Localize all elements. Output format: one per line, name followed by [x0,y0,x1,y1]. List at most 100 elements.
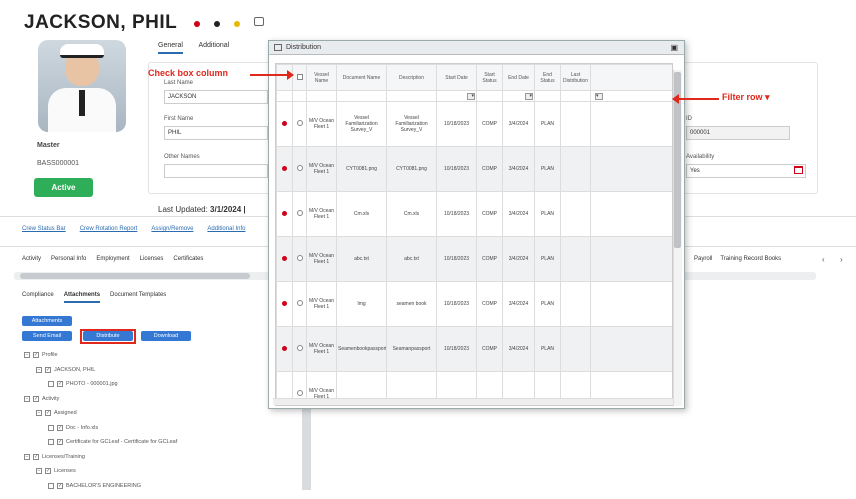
col-description[interactable]: Description [386,64,437,91]
row-checkbox[interactable] [296,165,303,171]
filter-cell[interactable] [386,90,437,102]
link-crew-status[interactable]: Crew Status Bar [22,226,66,232]
expand-icon[interactable]: − [36,468,42,475]
file-icon[interactable] [48,482,54,489]
row-checkbox[interactable] [296,390,303,396]
comment-icon[interactable] [254,17,264,26]
filter-cell[interactable] [476,90,503,102]
red-dot-icon[interactable] [194,21,200,27]
distribute-button[interactable]: Distribute [83,331,133,341]
expand-icon[interactable]: − [24,395,30,402]
tree-item[interactable]: − ✓ Assigned [24,406,294,421]
tab-document-templates[interactable]: Document Templates [110,292,166,303]
file-icon[interactable] [48,381,54,388]
scrollbar-thumb[interactable] [20,273,250,279]
tab-additional[interactable]: Additional [198,42,229,49]
tab-licenses[interactable]: Licenses [140,256,164,262]
tree-checkbox[interactable]: ✓ [57,381,63,388]
tree-item[interactable]: ✓ Doc - Info.xls [24,421,294,436]
tab-compliance[interactable]: Compliance [22,292,54,303]
row-checkbox[interactable] [296,210,303,216]
filter-cell[interactable]: ▾ [502,90,535,102]
expand-icon[interactable]: − [36,366,42,373]
col-document-name[interactable]: Document Name [336,64,387,91]
first-name-field[interactable]: PHIL [164,126,268,140]
filter-cell[interactable]: ▾ [436,90,477,102]
right-field-2[interactable]: Yes [686,164,806,178]
filter-button-icon[interactable]: ▾ [467,92,475,100]
black-dot-icon[interactable] [214,21,220,27]
chevron-right-icon[interactable]: › [840,255,843,264]
tree-checkbox[interactable]: ✓ [57,439,63,446]
calendar-icon[interactable] [794,166,803,174]
checkbox-cell[interactable] [292,281,307,327]
tree-checkbox[interactable]: ✓ [33,352,39,359]
tree-item[interactable]: ✓ Certificate for GCLeaf - Certificate fo… [24,435,294,450]
tree-item[interactable]: ✓ PHOTO - 000001.jpg [24,377,294,392]
checkbox-cell[interactable] [292,101,307,147]
tab-attachments[interactable]: Attachments [63,292,101,303]
filter-cell[interactable]: ▾ [590,90,672,102]
attachments-button[interactable]: Attachments [22,316,72,326]
tree-checkbox[interactable]: ✓ [45,468,51,475]
table-row[interactable]: M/V Ocean Fleet 1 Vessel Familiarization … [276,101,672,147]
tree-scrollbar[interactable] [302,400,311,490]
checkbox-cell[interactable] [292,191,307,237]
table-row[interactable]: M/V Ocean Fleet 1 CYT0081.png CYT0081.png 1… [276,146,672,192]
status-badge[interactable]: Active [34,178,93,197]
checkbox-cell[interactable] [292,326,307,372]
tree-item[interactable]: ✓ BACHELOR'S ENGINEERING [24,479,294,494]
select-all-checkbox[interactable] [296,73,303,80]
table-row[interactable]: M/V Ocean Fleet 1 abc.txt abc.txt 10/18/202… [276,236,672,282]
col-end-status[interactable]: End Status [534,64,561,91]
tree-item[interactable]: − ✓ JACKSON, PHIL [24,363,294,378]
filter-cell[interactable] [560,90,591,102]
tab-certificates[interactable]: Certificates [173,256,203,262]
yellow-dot-icon[interactable] [234,21,240,27]
tree-item[interactable]: − ✓ Profile [24,348,294,363]
file-icon[interactable] [48,439,54,446]
col-start-date[interactable]: Start Date [436,64,477,91]
chevron-left-icon[interactable]: ‹ [822,255,825,264]
send-email-button[interactable]: Send Email [22,331,72,341]
expand-icon[interactable]: − [24,352,30,359]
checkbox-cell[interactable] [292,146,307,192]
dialog-horizontal-scrollbar[interactable] [273,398,673,405]
tree-checkbox[interactable]: ✓ [57,424,63,431]
tree-checkbox[interactable]: ✓ [33,395,39,402]
file-icon[interactable] [48,424,54,431]
col-last-distribution[interactable]: Last Distribution [560,64,591,91]
table-row[interactable]: M/V Ocean Fleet 1 Cm.xls Cm.xls 10/18/2023 C… [276,191,672,237]
link-rotation-report[interactable]: Crew Rotation Report [80,226,138,232]
table-row[interactable]: M/V Ocean Fleet 1 Img seamen book 10/18/202… [276,281,672,327]
tree-item[interactable]: − ✓ Licenses [24,464,294,479]
col-end-date[interactable]: End Date [502,64,535,91]
tree-checkbox[interactable]: ✓ [57,482,63,489]
tab-general[interactable]: General [158,42,183,54]
row-checkbox[interactable] [296,345,303,351]
row-checkbox[interactable] [296,300,303,306]
tab-employment[interactable]: Employment [96,256,129,262]
download-button[interactable]: Download [141,331,191,341]
checkbox-cell[interactable] [292,236,307,282]
last-name-field[interactable]: JACKSON [164,90,268,104]
row-checkbox[interactable] [296,120,303,126]
other-names-field[interactable] [164,164,268,178]
col-vessel-name[interactable]: Vessel Name [306,64,337,91]
link-assign[interactable]: Assign/Remove [151,226,193,232]
filter-cell[interactable] [336,90,387,102]
checkbox-col-header[interactable] [292,64,307,91]
tree-checkbox[interactable]: ✓ [33,453,39,460]
tree-checkbox[interactable]: ✓ [45,366,51,373]
expand-icon[interactable]: − [36,410,42,417]
tree-item[interactable]: − ✓ Activity [24,392,294,407]
filter-button-icon[interactable]: ▾ [525,92,533,100]
filter-cell[interactable] [306,90,337,102]
tree-item[interactable]: − ✓ Licenses/Training [24,450,294,465]
tab-payroll[interactable]: Payroll [694,256,712,262]
tab-training-record-books[interactable]: Training Record Books [720,256,781,262]
filter-button-icon[interactable]: ▾ [595,92,603,100]
table-row[interactable]: M/V Ocean Fleet 1 Seamenbookpassport Seama… [276,326,672,372]
filter-cell[interactable] [534,90,561,102]
tab-personal-info[interactable]: Personal Info [51,256,86,262]
